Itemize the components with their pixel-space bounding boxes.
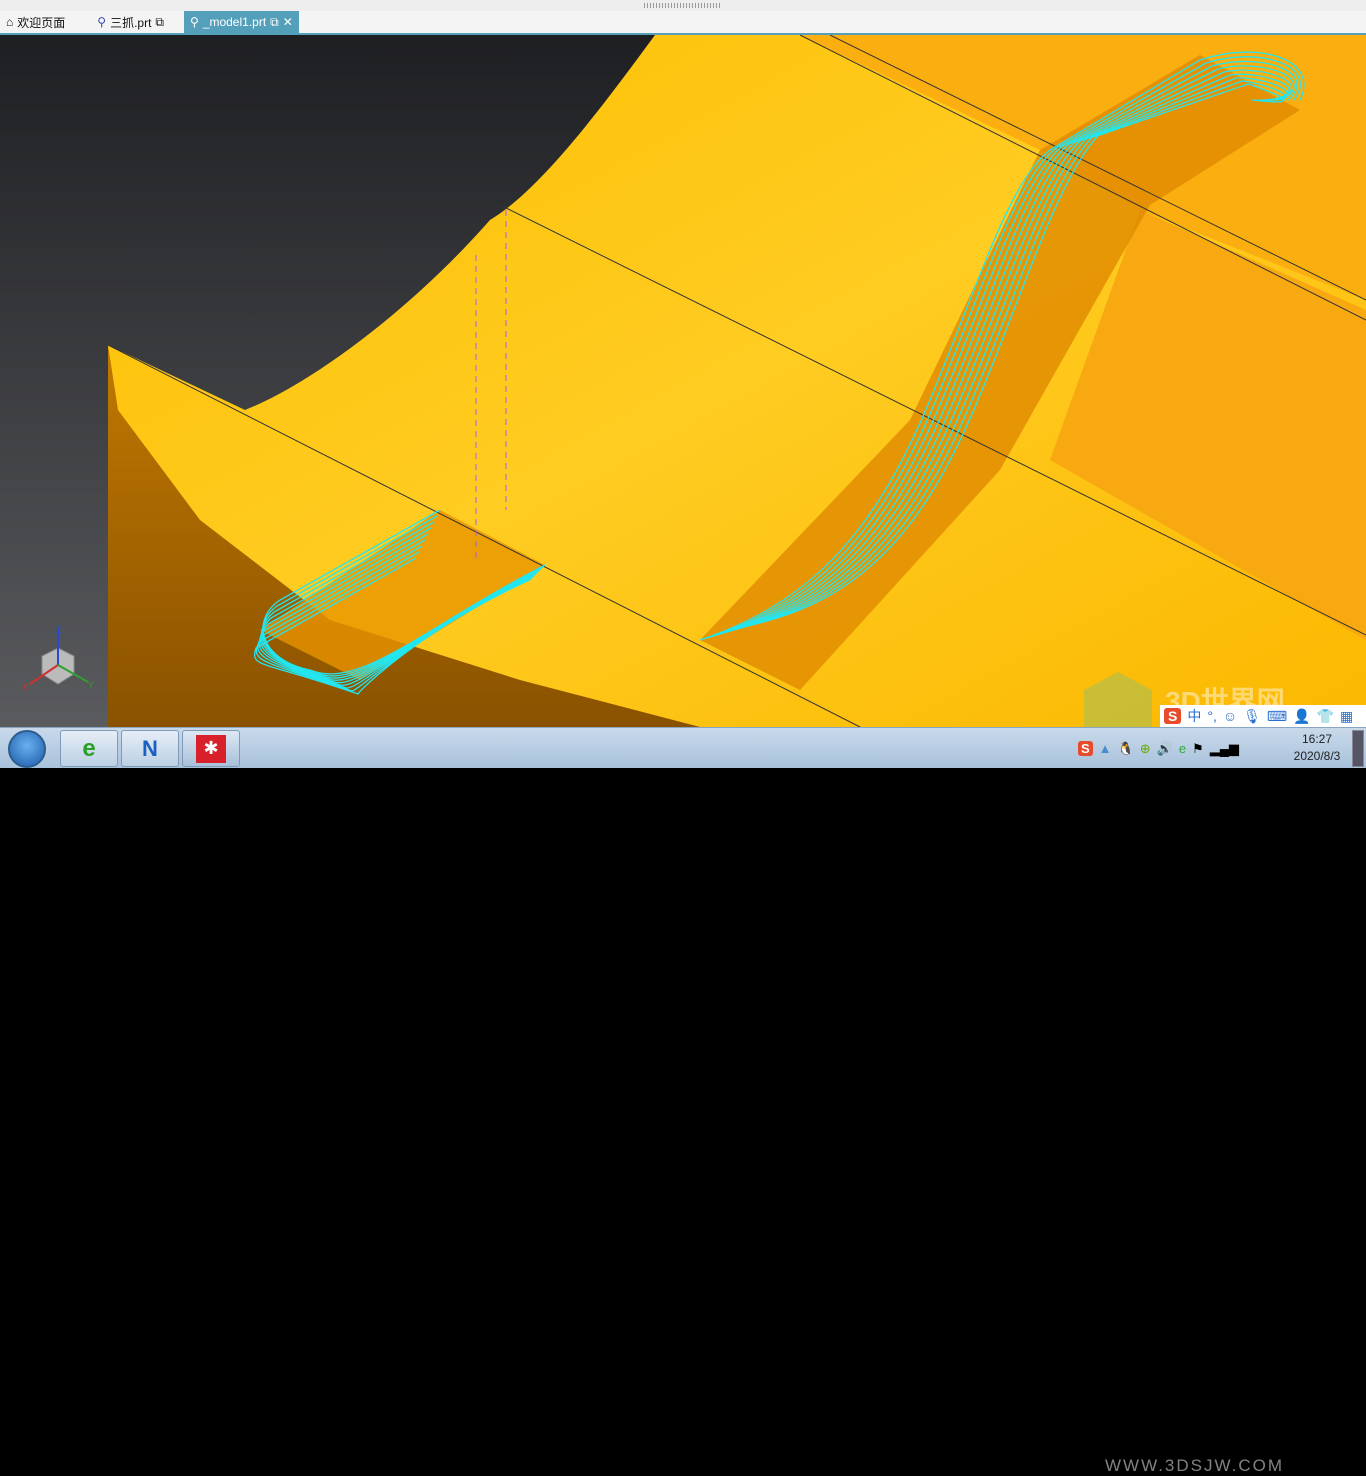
keyboard-icon[interactable]: ⌨	[1267, 708, 1287, 725]
cam-icon: ✱	[196, 734, 226, 763]
user-icon[interactable]: 👤	[1293, 708, 1310, 725]
smiley-icon[interactable]: ☺	[1223, 708, 1237, 724]
taskbar: e N ✱ S ▲ 🐧 ⊕ 🔊 e ⚑ ▂▄▆ WWW.3DSJW.COM 16…	[0, 727, 1366, 1475]
ime-punct[interactable]: °,	[1207, 708, 1217, 724]
axis-x-label: X	[22, 682, 28, 692]
sogou-icon[interactable]: S	[1078, 741, 1093, 756]
taskbar-app-360browser[interactable]: e	[60, 730, 118, 767]
tab-sanzhua[interactable]: ⚲ 三抓.prt ⧉	[91, 11, 170, 33]
microphone-icon[interactable]: 🎙	[1243, 708, 1261, 725]
tab-model1[interactable]: ⚲ _model1.prt ⧉ ✕	[183, 11, 299, 33]
system-tray: S ▲ 🐧 ⊕ 🔊 e ⚑ ▂▄▆	[1078, 728, 1239, 769]
tab-label: 三抓.prt	[110, 15, 152, 30]
external-edit-icon[interactable]: ⧉	[155, 15, 164, 30]
skin-icon[interactable]: 👕	[1317, 708, 1334, 725]
start-button[interactable]	[8, 730, 46, 768]
qq-icon[interactable]: 🐧	[1118, 741, 1134, 757]
part-file-icon: ⚲	[97, 15, 107, 29]
show-desktop-button[interactable]	[1352, 730, 1364, 767]
tab-bar: ⌂ 欢迎页面 ⚲ 三抓.prt ⧉ ⚲ _model1.prt ⧉ ✕	[0, 11, 1366, 33]
clock-time: 16:27	[1301, 732, 1333, 746]
part-file-icon: ⚲	[189, 15, 199, 29]
tab-label: 欢迎页面	[17, 15, 66, 30]
volume-icon[interactable]: 🔊	[1157, 741, 1173, 757]
grid-icon[interactable]: ▦	[1340, 708, 1353, 725]
ime-mode[interactable]: 中	[1187, 706, 1201, 726]
tab-label: _model1.prt	[202, 15, 267, 29]
360-icon[interactable]: ⊕	[1140, 741, 1151, 757]
home-icon: ⌂	[6, 15, 14, 29]
flag-icon[interactable]: ⚑	[1192, 741, 1204, 757]
ie-icon[interactable]: e	[1179, 741, 1186, 756]
taskbar-app-cam[interactable]: ✱	[182, 730, 240, 767]
watermark-url: WWW.3DSJW.COM	[1105, 1456, 1284, 1475]
tab-welcome[interactable]: ⌂ 欢迎页面	[0, 11, 71, 33]
graphics-viewport[interactable]: Z X Y	[0, 35, 1366, 727]
clock-date: 2020/8/3	[1293, 749, 1341, 763]
sogou-icon[interactable]: S	[1164, 708, 1182, 724]
show-hidden-icon[interactable]: ▲	[1099, 741, 1112, 756]
axis-y-label: Y	[88, 680, 94, 690]
external-edit-icon[interactable]: ⧉	[270, 15, 279, 30]
ime-toolbar: S 中 °, ☺ 🎙 ⌨ 👤 👕 ▦	[1160, 705, 1366, 727]
axis-z-label: Z	[56, 625, 62, 635]
taskbar-app-nx[interactable]: N	[121, 730, 179, 767]
nx-icon: N	[142, 735, 158, 761]
close-icon[interactable]: ✕	[283, 15, 293, 29]
top-strip	[0, 0, 1366, 11]
clock[interactable]: 16:27 2020/8/3	[1288, 731, 1346, 765]
browser-icon: e	[82, 734, 96, 762]
drag-grip[interactable]	[644, 3, 722, 8]
network-icon[interactable]: ▂▄▆	[1210, 741, 1239, 757]
